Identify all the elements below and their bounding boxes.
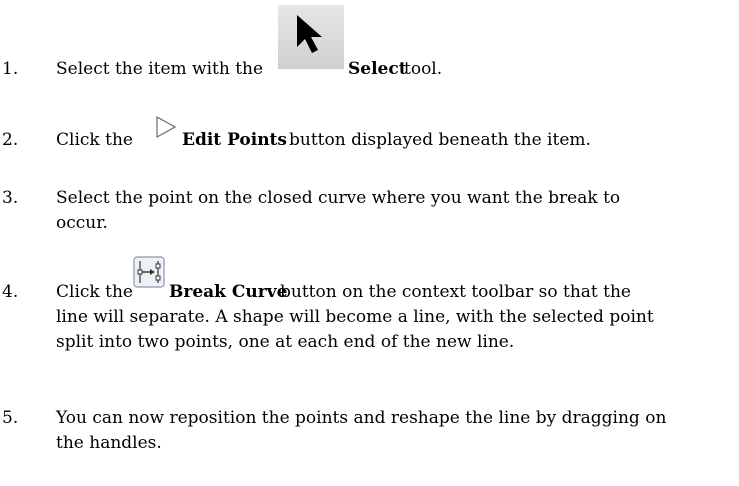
- step-text-before: Click the: [56, 130, 133, 150]
- edit-points-icon: [156, 115, 177, 139]
- step-text-before: Select the item with the: [56, 59, 264, 79]
- step-text-before: Click the: [56, 282, 133, 302]
- step-text: Select the point on the closed curve whe…: [56, 186, 726, 236]
- step-number: 2.: [2, 130, 19, 150]
- step-text-after: button on the context toolbar so that th…: [280, 282, 631, 302]
- step-text: You can now reposition the points and re…: [56, 406, 726, 456]
- break-curve-icon: [133, 256, 165, 288]
- step-number: 5.: [2, 408, 19, 428]
- step-line-1: Select the point on the closed curve whe…: [56, 188, 621, 208]
- step-number: 4.: [2, 282, 19, 302]
- step-line-2: occur.: [56, 213, 108, 233]
- select-arrow-icon: [278, 5, 344, 69]
- select-arrow-icon: [297, 15, 322, 53]
- edit-points-icon: [153, 114, 179, 140]
- step-line-3: split into two points, one at each end o…: [56, 332, 515, 352]
- step-bold-label: Edit Points: [182, 130, 287, 150]
- step-text-after: tool.: [404, 59, 443, 79]
- step-number: 3.: [2, 188, 19, 208]
- step-line-1: You can now reposition the points and re…: [56, 408, 667, 428]
- step-line-2: line will separate. A shape will become …: [56, 307, 654, 327]
- break-curve-icon: [133, 256, 165, 288]
- step-number: 1.: [2, 59, 19, 79]
- step-text: Click the Break Curve button on the cont…: [56, 256, 726, 355]
- step-bold-label: Break Curve: [169, 282, 288, 302]
- step-text: Click the Edit Points button displayed b…: [56, 115, 726, 153]
- step-line-2: the handles.: [56, 433, 162, 453]
- step-bold-label: Select: [348, 59, 407, 79]
- step-text-after: button displayed beneath the item.: [289, 130, 591, 150]
- step-text: Select the item with the Select tool.: [56, 5, 726, 82]
- step-line-1: Click the Break Curve button on the cont…: [56, 256, 726, 305]
